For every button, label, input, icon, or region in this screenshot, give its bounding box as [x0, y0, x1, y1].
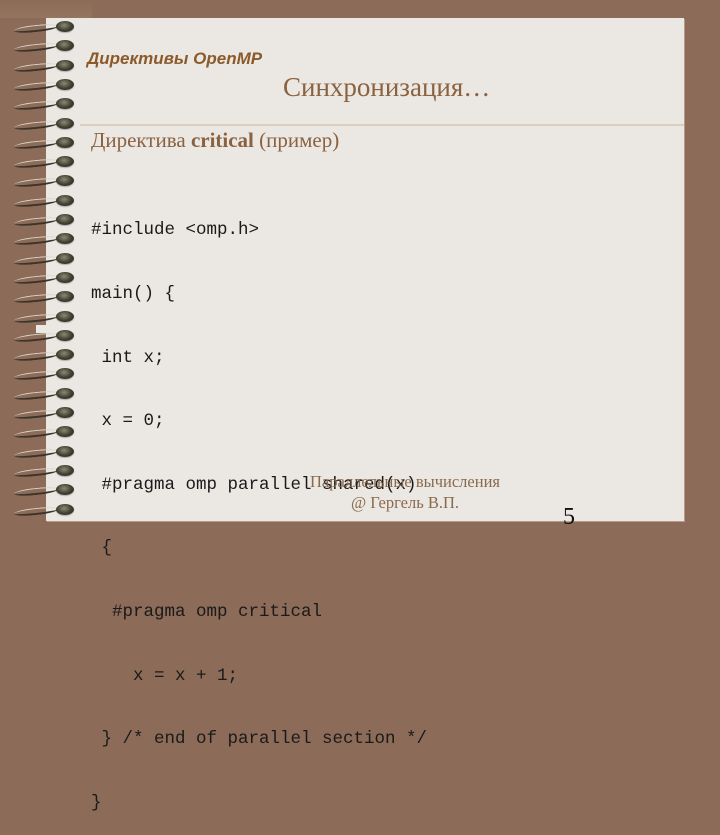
ring-wire: [13, 99, 59, 112]
ring-hole: [56, 445, 74, 457]
spiral-ring-icon: [10, 329, 74, 344]
spiral-ring-icon: [10, 117, 74, 132]
code-line: main() {: [91, 284, 176, 305]
ring-wire: [13, 485, 59, 498]
ring-hole: [56, 59, 74, 71]
ring-hole: [56, 387, 74, 399]
subtitle-keyword: critical: [190, 128, 254, 152]
spiral-ring-icon: [10, 349, 74, 363]
ring-hole: [56, 40, 74, 52]
ring-wire: [13, 505, 59, 517]
ring-wire: [13, 177, 59, 189]
ring-hole: [56, 368, 74, 380]
spiral-ring-icon: [10, 21, 74, 35]
subtitle-suffix: (пример): [253, 128, 340, 152]
header-divider: [80, 124, 684, 126]
subtitle-prefix: Директива: [91, 128, 191, 152]
footer-course: Параллельные вычисления: [309, 472, 500, 491]
ring-wire: [13, 42, 59, 54]
section-label: Директивы OpenMP: [87, 49, 263, 68]
ring-wire: [13, 22, 59, 35]
spiral-ring-icon: [10, 310, 74, 325]
ring-wire: [13, 273, 59, 286]
ring-hole: [56, 503, 74, 515]
spiral-ring-icon: [10, 484, 74, 498]
spiral-ring-icon: [10, 59, 74, 74]
ring-hole: [56, 175, 74, 187]
ring-hole: [56, 214, 74, 225]
ring-hole: [56, 484, 74, 496]
spiral-ring-icon: [10, 194, 74, 209]
spiral-ring-icon: [10, 156, 74, 170]
ring-hole: [56, 194, 74, 206]
ring-hole: [56, 78, 74, 90]
ring-wire: [13, 119, 59, 131]
ring-hole: [56, 98, 74, 110]
ring-hole: [56, 252, 74, 264]
code-line: int x;: [91, 347, 165, 368]
top-shade: [0, 0, 92, 18]
spiral-ring-icon: [10, 214, 74, 228]
spiral-ring-icon: [10, 291, 74, 305]
ring-hole: [56, 349, 74, 361]
ring-wire: [13, 331, 59, 344]
ring-hole: [56, 464, 74, 476]
ring-hole: [56, 329, 74, 341]
slide-footer: Параллельные вычисления @ Гергель В.П.: [300, 471, 510, 513]
ring-wire: [13, 408, 59, 421]
spiral-ring-icon: [10, 271, 74, 286]
slide-title: Синхронизация…: [283, 72, 491, 102]
spiral-ring-icon: [10, 252, 74, 267]
ring-wire: [13, 389, 59, 401]
ring-wire: [13, 80, 59, 93]
ring-wire: [13, 292, 59, 305]
ring-wire: [13, 447, 59, 459]
ring-hole: [56, 291, 74, 303]
spiral-ring-icon: [10, 368, 74, 382]
ring-wire: [13, 466, 59, 479]
ring-hole: [56, 310, 74, 322]
spiral-ring-icon: [10, 407, 74, 421]
ring-wire: [13, 196, 59, 208]
ring-wire: [13, 215, 59, 228]
spiral-ring-icon: [10, 233, 74, 247]
spiral-ring-icon: [10, 426, 74, 440]
ring-wire: [13, 235, 59, 247]
ring-wire: [13, 61, 59, 73]
code-line: #include <omp.h>: [91, 220, 260, 241]
code-line: x = 0;: [91, 411, 165, 432]
spiral-ring-icon: [10, 464, 74, 479]
ring-wire: [13, 350, 59, 363]
spiral-ring-icon: [10, 175, 74, 189]
spiral-ring-icon: [10, 78, 74, 93]
ring-wire: [13, 312, 59, 324]
code-line: {: [91, 538, 113, 559]
code-line: #pragma omp critical: [91, 602, 323, 623]
code-line: }: [91, 792, 102, 813]
ring-hole: [56, 407, 74, 418]
code-line: x = x + 1;: [91, 665, 239, 686]
ring-hole: [56, 271, 74, 283]
slide-subtitle: Директива critical (пример): [91, 128, 339, 153]
ring-hole: [56, 233, 74, 245]
spiral-ring-icon: [10, 503, 74, 518]
spiral-ring-icon: [10, 445, 74, 460]
ring-hole: [56, 156, 74, 168]
code-line: } /* end of parallel section */: [91, 729, 428, 750]
spiral-ring-icon: [10, 136, 74, 151]
ring-wire: [13, 428, 59, 440]
page-number: 5: [563, 504, 575, 530]
footer-author: @ Гергель В.П.: [350, 493, 460, 512]
spiral-ring-icon: [10, 387, 74, 402]
ring-hole: [56, 117, 74, 129]
ring-hole: [56, 426, 74, 438]
ring-wire: [13, 138, 59, 151]
ring-wire: [13, 157, 59, 170]
spiral-ring-icon: [10, 98, 74, 112]
ring-wire: [13, 254, 59, 266]
spiral-ring-icon: [10, 40, 74, 54]
ring-wire: [13, 370, 59, 382]
ring-hole: [56, 21, 74, 32]
ring-hole: [56, 136, 74, 148]
